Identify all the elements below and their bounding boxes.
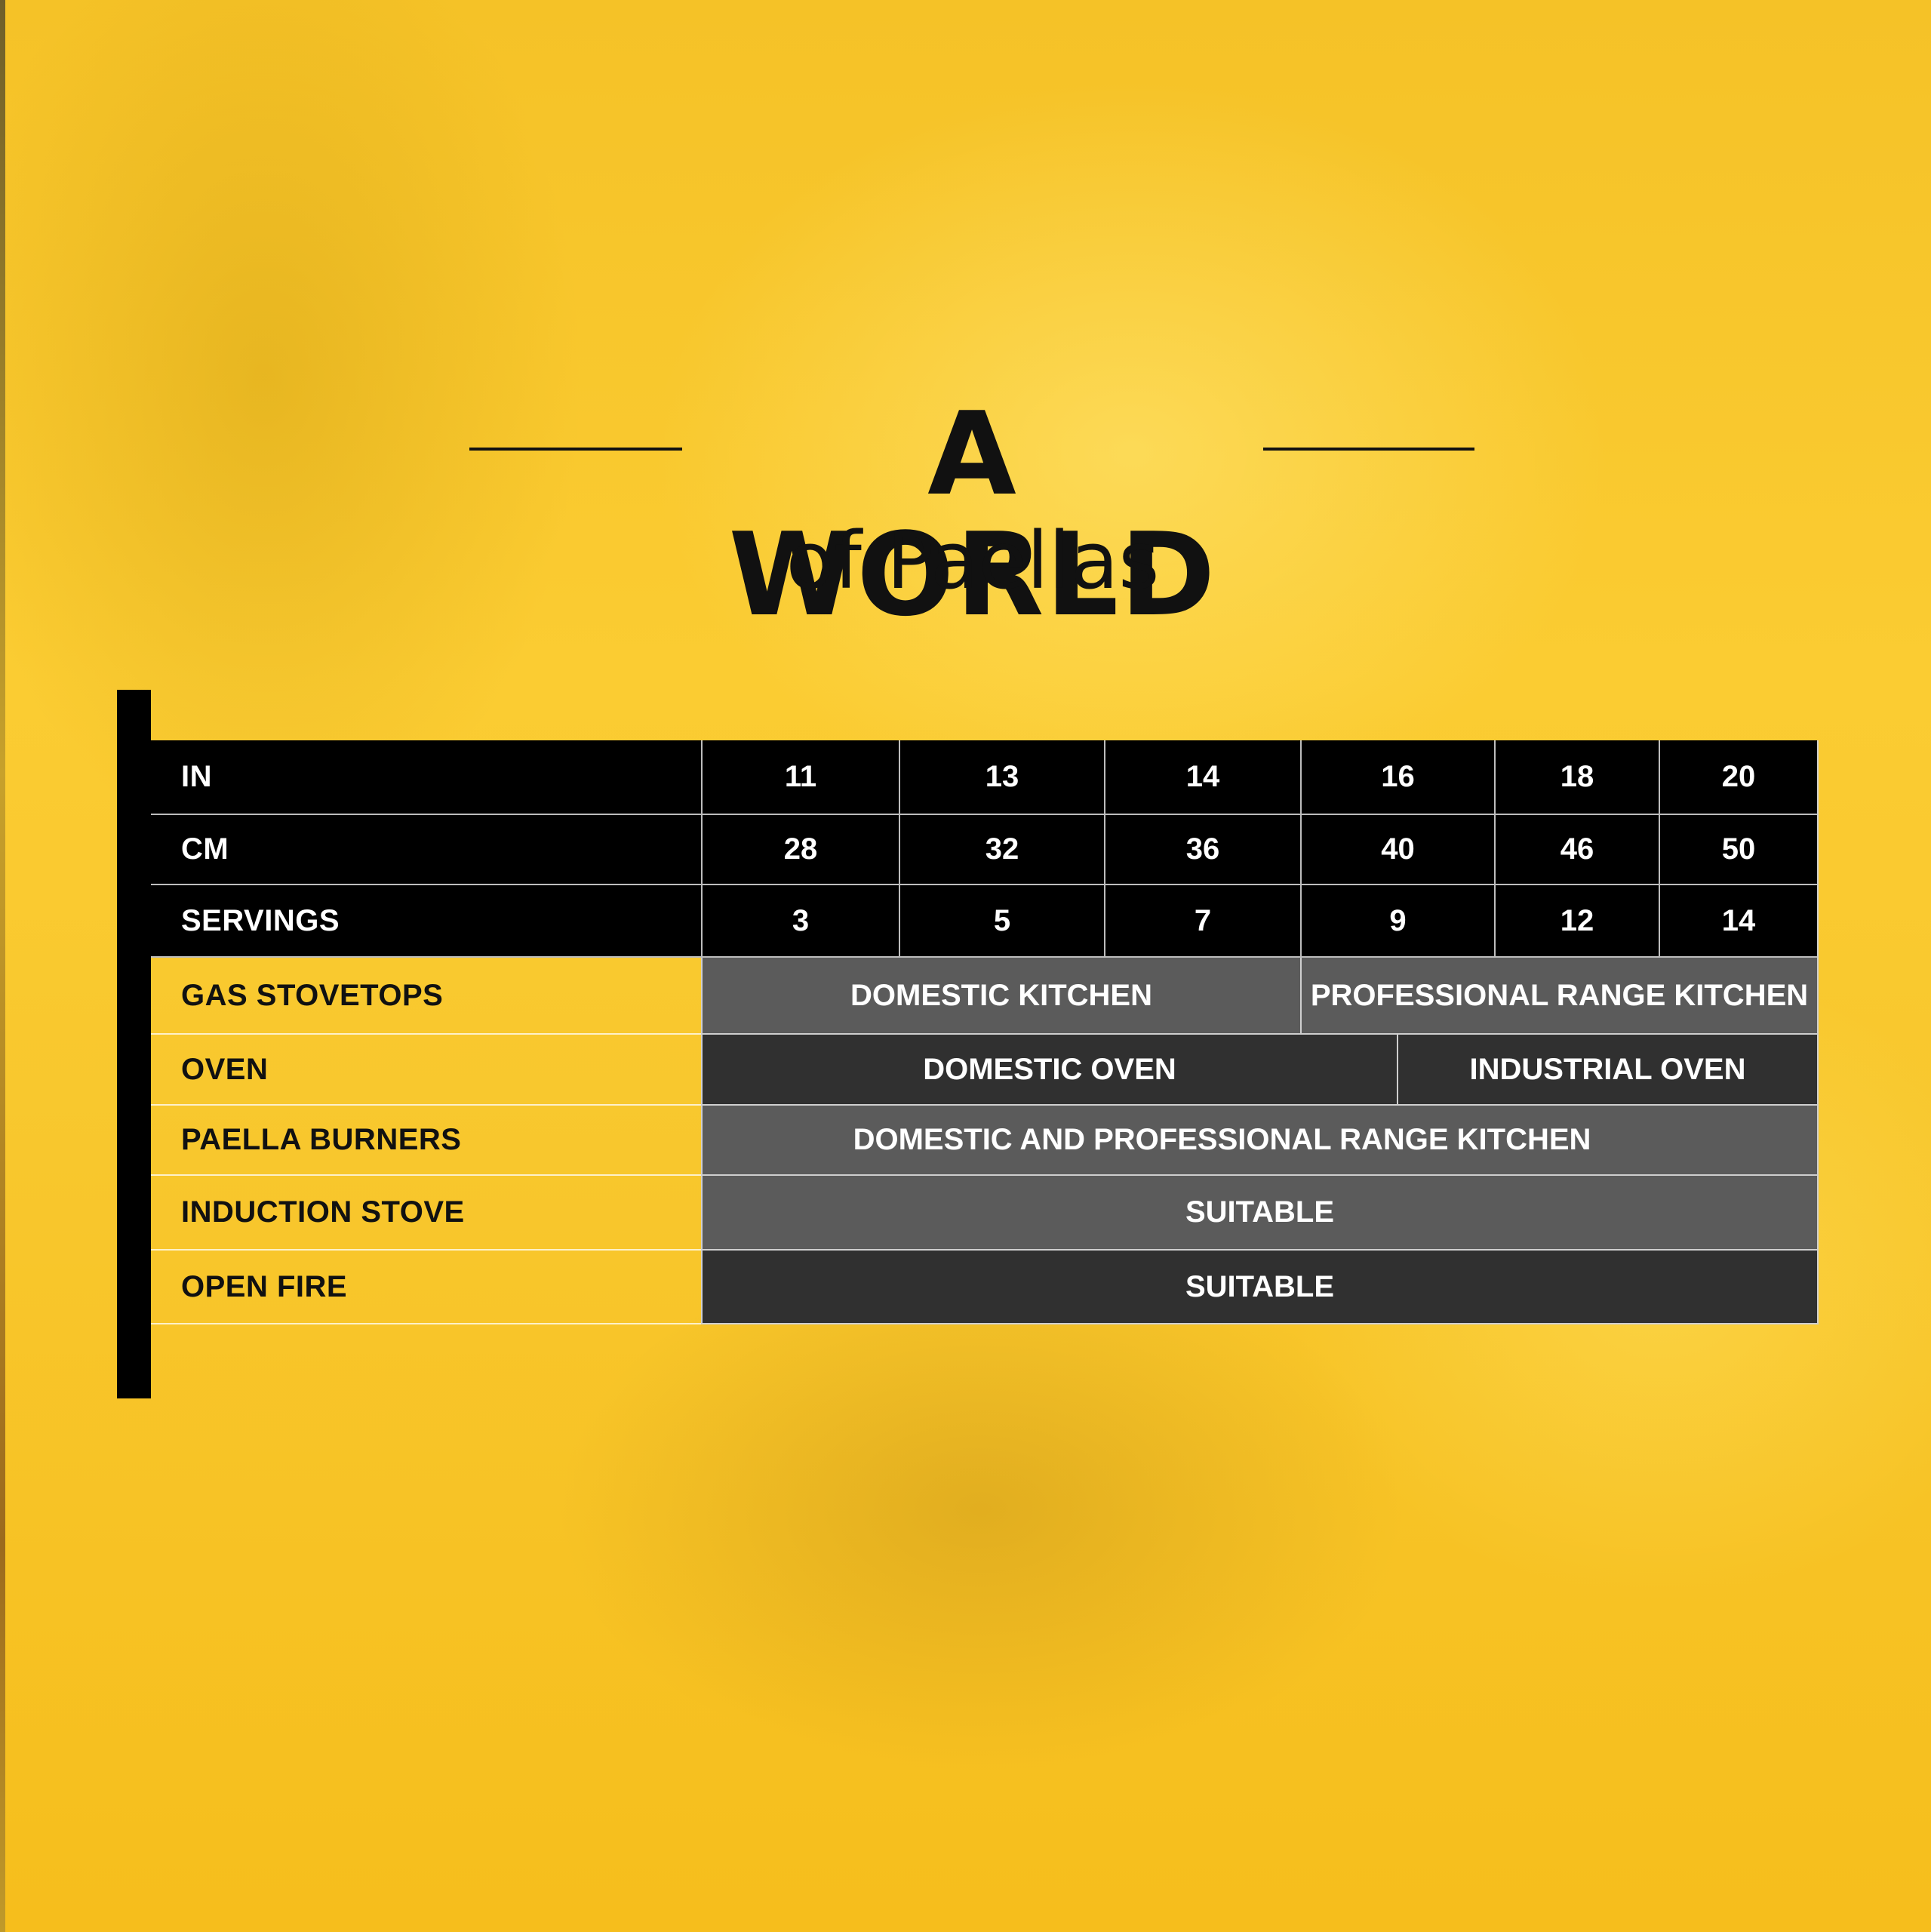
servings-cell: 3 xyxy=(701,885,899,958)
oven-domestic-cell: DOMESTIC OVEN xyxy=(701,1035,1397,1106)
title-rule-left xyxy=(469,448,682,451)
row-label-servings: SERVINGS xyxy=(151,885,701,958)
servings-cell: 5 xyxy=(899,885,1104,958)
page-subtitle: of Paellas xyxy=(786,515,1160,607)
row-label-oven: OVEN xyxy=(151,1035,701,1106)
table-right-edge xyxy=(1817,740,1819,1324)
induction-stove-cell: SUITABLE xyxy=(701,1176,1817,1251)
servings-cell: 14 xyxy=(1659,885,1817,958)
table-accent-bar xyxy=(117,690,151,1398)
in-cell: 20 xyxy=(1659,740,1817,815)
cm-cell: 28 xyxy=(701,815,899,885)
open-fire-cell: SUITABLE xyxy=(701,1251,1817,1324)
in-cell: 16 xyxy=(1300,740,1494,815)
row-label-in: IN xyxy=(151,740,701,815)
in-cell: 14 xyxy=(1104,740,1300,815)
background-edge xyxy=(0,0,5,1932)
in-cell: 11 xyxy=(701,740,899,815)
cm-cell: 46 xyxy=(1494,815,1659,885)
in-cell: 18 xyxy=(1494,740,1659,815)
cm-cell: 32 xyxy=(899,815,1104,885)
row-label-gas-stovetops: GAS STOVETOPS xyxy=(151,958,701,1035)
cm-cell: 40 xyxy=(1300,815,1494,885)
cm-cell: 36 xyxy=(1104,815,1300,885)
gas-stovetops-domestic-cell: DOMESTIC KITCHEN xyxy=(701,958,1300,1035)
oven-industrial-cell: INDUSTRIAL OVEN xyxy=(1397,1035,1817,1106)
servings-cell: 9 xyxy=(1300,885,1494,958)
row-label-paella-burners: PAELLA BURNERS xyxy=(151,1106,701,1176)
row-label-open-fire: OPEN FIRE xyxy=(151,1251,701,1324)
servings-cell: 12 xyxy=(1494,885,1659,958)
gas-stovetops-professional-cell: PROFESSIONAL RANGE KITCHEN xyxy=(1300,958,1817,1035)
paella-burners-cell: DOMESTIC AND PROFESSIONAL RANGE KITCHEN xyxy=(701,1106,1817,1176)
in-cell: 13 xyxy=(899,740,1104,815)
title-rule-right xyxy=(1263,448,1474,451)
cm-cell: 50 xyxy=(1659,815,1817,885)
row-label-cm: CM xyxy=(151,815,701,885)
servings-cell: 7 xyxy=(1104,885,1300,958)
row-label-induction-stove: INDUCTION STOVE xyxy=(151,1176,701,1251)
